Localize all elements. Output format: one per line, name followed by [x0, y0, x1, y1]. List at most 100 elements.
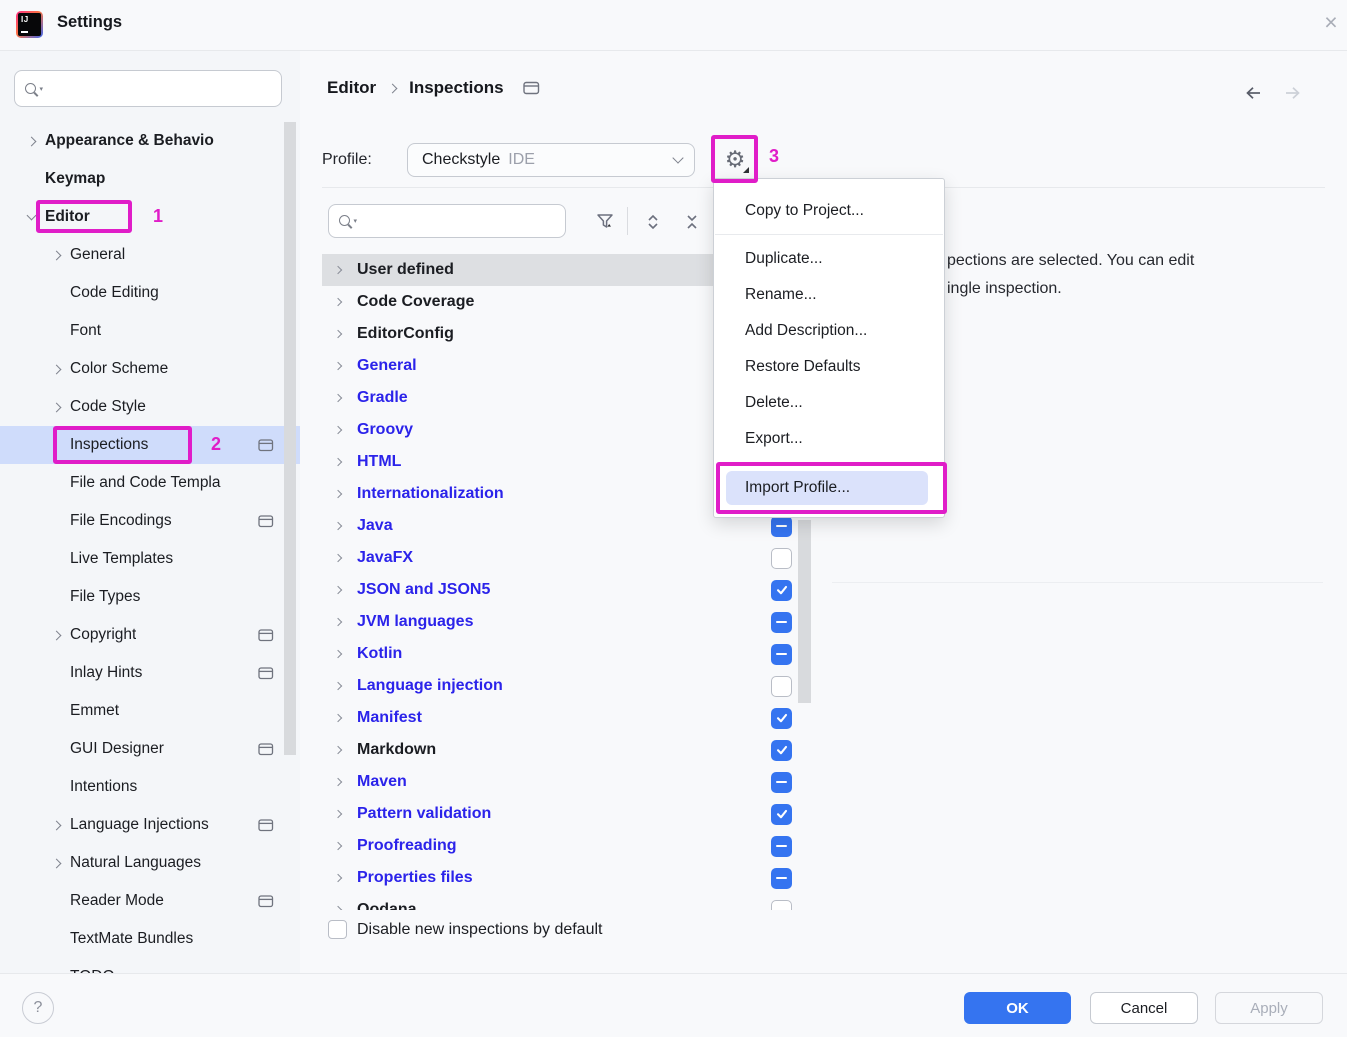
chevron-right-icon[interactable]	[326, 830, 350, 862]
chevron-right-icon[interactable]	[326, 702, 350, 734]
chevron-right-icon[interactable]	[326, 414, 350, 446]
chevron-right-icon[interactable]	[326, 286, 350, 318]
sidebar-item-inlay-hints[interactable]: Inlay Hints	[0, 654, 300, 692]
inspection-checkbox-checked[interactable]	[771, 580, 792, 601]
chevron-right-icon[interactable]	[326, 862, 350, 894]
inspection-checkbox-checked[interactable]	[771, 804, 792, 825]
chevron-right-icon[interactable]	[326, 894, 350, 910]
sidebar-item-todo[interactable]: TODO	[0, 958, 300, 973]
close-icon[interactable]: ×	[1318, 7, 1344, 37]
sidebar-item-natural-languages[interactable]: Natural Languages	[0, 844, 300, 882]
breadcrumb-inspections[interactable]: Inspections	[409, 78, 503, 98]
menu-item-add-description[interactable]: Add Description...	[714, 313, 944, 349]
sidebar-item-general[interactable]: General	[0, 236, 300, 274]
sidebar-item-keymap[interactable]: Keymap	[0, 160, 300, 198]
chevron-right-icon[interactable]	[43, 236, 70, 274]
inspection-checkbox-indeterminate[interactable]	[771, 836, 792, 857]
expand-all-icon[interactable]	[642, 211, 664, 233]
inspection-checkbox-indeterminate[interactable]	[771, 868, 792, 889]
inspection-checkbox-checked[interactable]	[771, 708, 792, 729]
profile-dropdown[interactable]: Checkstyle IDE	[407, 143, 695, 177]
inspections-search-field[interactable]: ▾	[328, 204, 566, 238]
chevron-right-icon[interactable]	[326, 542, 350, 574]
chevron-right-icon[interactable]	[326, 798, 350, 830]
chevron-right-icon[interactable]	[326, 574, 350, 606]
sidebar-item-gui-designer[interactable]: GUI Designer	[0, 730, 300, 768]
inspections-search-input[interactable]	[358, 205, 565, 237]
back-arrow-icon[interactable]	[1243, 84, 1263, 102]
sidebar-item-font[interactable]: Font	[0, 312, 300, 350]
inspection-group-javafx[interactable]: JavaFX	[322, 542, 813, 574]
sidebar-item-color-scheme[interactable]: Color Scheme	[0, 350, 300, 388]
sidebar-item-language-injections[interactable]: Language Injections	[0, 806, 300, 844]
chevron-right-icon[interactable]	[326, 318, 350, 350]
inspection-checkbox-unchecked[interactable]	[771, 548, 792, 569]
menu-item-duplicate[interactable]: Duplicate...	[714, 241, 944, 277]
chevron-right-icon[interactable]	[326, 446, 350, 478]
inspection-group-proofreading[interactable]: Proofreading	[322, 830, 813, 862]
menu-item-copy-to-project[interactable]: Copy to Project...	[714, 193, 944, 229]
sidebar-item-emmet[interactable]: Emmet	[0, 692, 300, 730]
inspection-group-kotlin[interactable]: Kotlin	[322, 638, 813, 670]
menu-item-rename[interactable]: Rename...	[714, 277, 944, 313]
chevron-right-icon[interactable]	[326, 734, 350, 766]
sidebar-item-file-encodings[interactable]: File Encodings	[0, 502, 300, 540]
inspection-checkbox-indeterminate[interactable]	[771, 644, 792, 665]
sidebar-item-inspections[interactable]: Inspections	[0, 426, 300, 464]
chevron-right-icon[interactable]	[326, 670, 350, 702]
sidebar-item-copyright[interactable]: Copyright	[0, 616, 300, 654]
chevron-right-icon[interactable]	[43, 806, 70, 844]
inspection-group-qodana[interactable]: Qodana	[322, 894, 813, 910]
inspection-group-maven[interactable]: Maven	[322, 766, 813, 798]
disable-new-inspections-checkbox[interactable]	[328, 920, 347, 939]
sidebar-item-intentions[interactable]: Intentions	[0, 768, 300, 806]
chevron-right-icon[interactable]	[326, 510, 350, 542]
collapse-all-icon[interactable]	[681, 211, 703, 233]
sidebar-item-file-types[interactable]: File Types	[0, 578, 300, 616]
sidebar-item-appearance-behavio[interactable]: Appearance & Behavio	[0, 122, 300, 160]
chevron-right-icon[interactable]	[326, 350, 350, 382]
menu-item-export[interactable]: Export...	[714, 421, 944, 457]
chevron-right-icon[interactable]	[18, 122, 45, 160]
sidebar-item-reader-mode[interactable]: Reader Mode	[0, 882, 300, 920]
chevron-down-icon[interactable]	[18, 198, 45, 236]
chevron-right-icon[interactable]	[326, 766, 350, 798]
menu-item-import-profile[interactable]: Import Profile...	[726, 471, 928, 505]
sidebar-item-textmate-bundles[interactable]: TextMate Bundles	[0, 920, 300, 958]
sidebar-item-file-and-code-templa[interactable]: File and Code Templa	[0, 464, 300, 502]
menu-item-restore-defaults[interactable]: Restore Defaults	[714, 349, 944, 385]
inspection-group-markdown[interactable]: Markdown	[322, 734, 813, 766]
inspection-checkbox-checked[interactable]	[771, 740, 792, 761]
breadcrumb-editor[interactable]: Editor	[327, 78, 376, 98]
sidebar-item-code-editing[interactable]: Code Editing	[0, 274, 300, 312]
sidebar-item-code-style[interactable]: Code Style	[0, 388, 300, 426]
chevron-right-icon[interactable]	[326, 638, 350, 670]
sidebar-scrollbar[interactable]	[284, 122, 296, 755]
inspection-checkbox-unchecked[interactable]	[771, 676, 792, 697]
inspection-checkbox-indeterminate[interactable]	[771, 612, 792, 633]
sidebar-item-live-templates[interactable]: Live Templates	[0, 540, 300, 578]
inspection-checkbox-unchecked[interactable]	[771, 900, 792, 911]
inspection-group-language-injection[interactable]: Language injection	[322, 670, 813, 702]
chevron-right-icon[interactable]	[43, 616, 70, 654]
cancel-button[interactable]: Cancel	[1090, 992, 1198, 1024]
sidebar-item-editor[interactable]: Editor	[0, 198, 300, 236]
chevron-right-icon[interactable]	[43, 844, 70, 882]
chevron-right-icon[interactable]	[326, 254, 350, 286]
inspection-group-manifest[interactable]: Manifest	[322, 702, 813, 734]
inspection-group-properties-files[interactable]: Properties files	[322, 862, 813, 894]
chevron-right-icon[interactable]	[326, 606, 350, 638]
menu-item-delete[interactable]: Delete...	[714, 385, 944, 421]
chevron-right-icon[interactable]	[326, 478, 350, 510]
filter-icon[interactable]	[594, 210, 616, 232]
inspection-group-pattern-validation[interactable]: Pattern validation	[322, 798, 813, 830]
settings-search-input[interactable]	[44, 71, 281, 106]
inspection-group-json-and-json5[interactable]: JSON and JSON5	[322, 574, 813, 606]
inspection-checkbox-indeterminate[interactable]	[771, 772, 792, 793]
chevron-right-icon[interactable]	[43, 388, 70, 426]
settings-search-field[interactable]: ▾	[14, 70, 282, 107]
apply-button[interactable]: Apply	[1215, 992, 1323, 1024]
forward-arrow-icon[interactable]	[1283, 84, 1303, 102]
profile-actions-gear-button[interactable]: ⚙	[712, 136, 758, 182]
inspection-group-jvm-languages[interactable]: JVM languages	[322, 606, 813, 638]
